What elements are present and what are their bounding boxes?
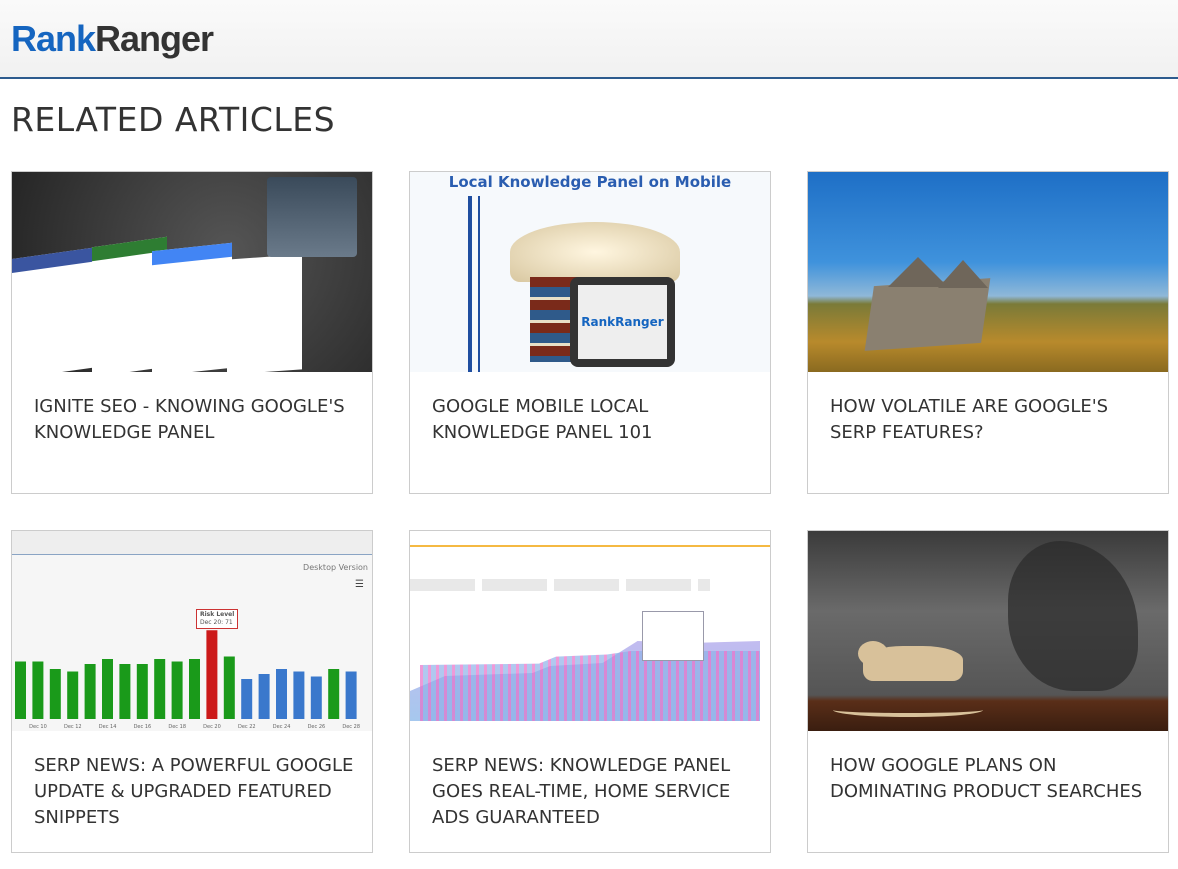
chart-bar <box>223 656 235 719</box>
article-card[interactable]: IGNITE SEO - KNOWING GOOGLE'S KNOWLEDGE … <box>11 171 373 494</box>
desktop-version-label: Desktop Version <box>303 563 368 572</box>
article-card[interactable]: HOW GOOGLE PLANS ON DOMINATING PRODUCT S… <box>807 530 1169 853</box>
image-caption: Local Knowledge Panel on Mobile <box>448 173 732 191</box>
article-card[interactable]: Local Knowledge Panel on Mobile RankRang… <box>409 171 771 494</box>
chart-bar <box>32 661 44 719</box>
chart-tick-label: Dec 20 <box>203 724 221 730</box>
article-card[interactable]: SERP NEWS: KNOWLEDGE PANEL GOES REAL-TIM… <box>409 530 771 853</box>
tooltip-title: Risk Level <box>200 611 235 618</box>
chart-bar <box>49 669 61 719</box>
article-image <box>808 531 1168 731</box>
chart-bar <box>328 669 340 719</box>
article-title[interactable]: GOOGLE MOBILE LOCAL KNOWLEDGE PANEL 101 <box>432 394 754 446</box>
tablet-logo: RankRanger <box>578 285 667 359</box>
logo-text-rank: Rank <box>11 18 96 59</box>
chart-bar <box>189 659 200 719</box>
article-title[interactable]: SERP NEWS: A POWERFUL GOOGLE UPDATE & UP… <box>34 753 356 831</box>
chart-bar <box>310 676 322 719</box>
chart-tick-label: Dec 18 <box>168 724 186 730</box>
article-card[interactable]: Desktop Version ☰ Dec 10 Dec 12 Dec 14 Dec … <box>11 530 373 853</box>
chart-bar <box>84 664 96 719</box>
chart-bar <box>154 659 166 719</box>
chart-tick-label: Dec 16 <box>134 724 152 730</box>
chart-bar <box>136 664 148 719</box>
chart-bar <box>102 659 113 719</box>
article-image: Local Knowledge Panel on Mobile RankRang… <box>410 172 770 372</box>
chart-bar <box>15 661 26 719</box>
chart-tick-label: Dec 24 <box>273 724 291 730</box>
chart-bar <box>345 671 357 719</box>
logo-text-ranger: Ranger <box>95 18 214 59</box>
chart-bar <box>119 664 131 719</box>
chart-bar <box>171 661 183 719</box>
article-image: Desktop Version ☰ Dec 10 Dec 12 Dec 14 Dec … <box>12 531 372 731</box>
chart-tick-label: Dec 10 <box>29 724 47 730</box>
article-image <box>808 172 1168 372</box>
article-title[interactable]: HOW GOOGLE PLANS ON DOMINATING PRODUCT S… <box>830 753 1152 805</box>
chart-tick-label: Dec 14 <box>99 724 117 730</box>
chart-bar <box>276 669 287 719</box>
rankranger-logo[interactable]: RankRanger <box>11 18 214 60</box>
article-title[interactable]: HOW VOLATILE ARE GOOGLE'S SERP FEATURES? <box>830 394 1152 446</box>
risk-level-chart: Dec 10 Dec 12 Dec 14 Dec 16 Dec 18 Dec 20 Dec … <box>15 630 360 730</box>
article-title[interactable]: SERP NEWS: KNOWLEDGE PANEL GOES REAL-TIM… <box>432 753 754 831</box>
site-header: RankRanger <box>0 0 1178 79</box>
chart-bar <box>67 671 79 719</box>
chart-tick-label: Dec 26 <box>308 724 326 730</box>
chart-tick-label: Dec 12 <box>64 724 82 730</box>
article-title[interactable]: IGNITE SEO - KNOWING GOOGLE'S KNOWLEDGE … <box>34 394 356 446</box>
chart-tick-label: Dec 22 <box>238 724 256 730</box>
chart-tooltip: Risk Level Dec 20: 71 <box>196 609 239 629</box>
chart-bar <box>293 671 305 719</box>
article-card[interactable]: HOW VOLATILE ARE GOOGLE'S SERP FEATURES? <box>807 171 1169 494</box>
chart-bar <box>258 674 270 719</box>
chart-bar <box>241 679 253 719</box>
page-title: RELATED ARTICLES <box>11 100 336 139</box>
article-image <box>12 172 372 372</box>
chart-bar <box>206 630 218 719</box>
article-image <box>410 531 770 731</box>
tooltip-value: Dec 20: 71 <box>200 619 233 626</box>
chart-tick-label: Dec 28 <box>342 724 360 730</box>
